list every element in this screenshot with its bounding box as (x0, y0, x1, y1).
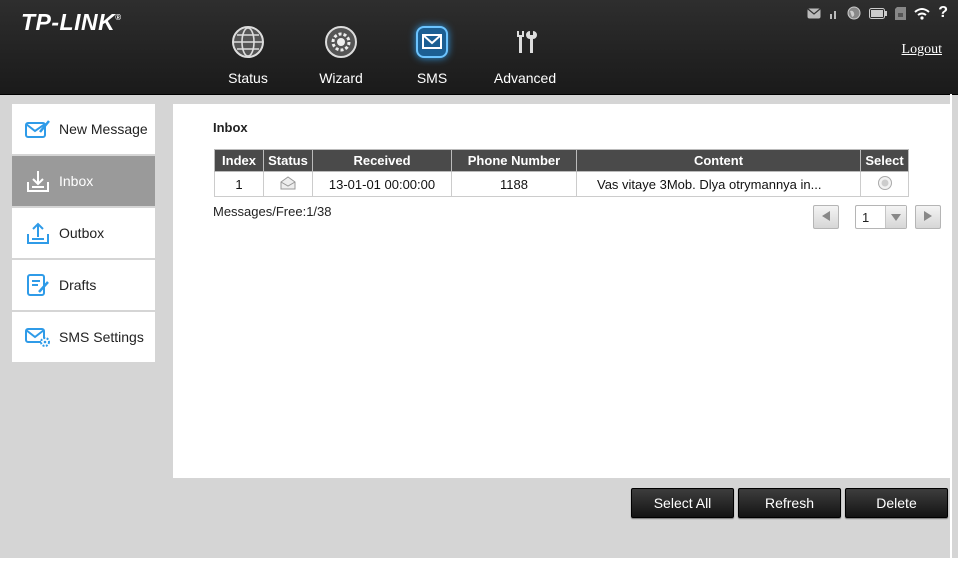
logout-link[interactable]: Logout (902, 42, 942, 58)
outbox-icon (25, 221, 51, 245)
inbox-icon (25, 169, 51, 193)
page-title: Inbox (213, 120, 248, 135)
sms-sidebar: New Message Inbox Outbox Drafts SMS Sett… (12, 104, 155, 364)
column-header-index: Index (214, 149, 264, 172)
message-icon (807, 8, 821, 19)
cell-received: 13-01-01 00:00:00 (312, 171, 452, 197)
sidebar-item-label: SMS Settings (59, 329, 144, 345)
sidebar-item-label: Outbox (59, 225, 105, 241)
next-page-button[interactable] (915, 205, 941, 229)
cell-select (860, 171, 909, 197)
column-header-select: Select (860, 149, 909, 172)
battery-icon (869, 7, 888, 19)
column-header-content: Content (576, 149, 861, 172)
drafts-icon (25, 273, 51, 297)
window-edge (950, 94, 952, 561)
sms-settings-icon (25, 325, 51, 349)
sim-card-icon (895, 6, 907, 20)
refresh-button[interactable]: Refresh (738, 488, 841, 518)
sidebar-item-drafts[interactable]: Drafts (12, 260, 155, 312)
nav-status[interactable]: Status (203, 24, 293, 86)
tp-link-logo: TP-LINK® (21, 9, 122, 35)
delete-button[interactable]: Delete (845, 488, 948, 518)
table-row[interactable]: 1 13-01-01 00:00:00 1188 Vas vitaye 3Mob… (214, 171, 909, 197)
globe-icon (230, 24, 266, 60)
status-bar: ? (807, 4, 948, 22)
tools-icon (507, 24, 543, 60)
column-header-phone-number: Phone Number (451, 149, 577, 172)
sidebar-item-label: Drafts (59, 277, 97, 293)
select-all-button[interactable]: Select All (631, 488, 734, 518)
select-radio[interactable] (877, 175, 893, 194)
sidebar-item-sms-settings[interactable]: SMS Settings (12, 312, 155, 364)
cell-content[interactable]: Vas vitaye 3Mob. Dlya otrymannya in... (576, 171, 861, 197)
new-message-icon (25, 117, 51, 141)
gear-icon (323, 24, 359, 60)
top-header: TP-LINK® Status Wizard SMS Advanced Logo… (0, 0, 958, 95)
chevron-right-icon (924, 208, 932, 226)
cell-status (263, 171, 313, 197)
cell-phone-number: 1188 (451, 171, 577, 197)
nav-sms[interactable]: SMS (387, 24, 477, 86)
help-icon: ? (938, 4, 948, 21)
inbox-panel: Inbox Index Status Received Phone Number… (173, 104, 951, 478)
page-select[interactable]: 1 (855, 205, 907, 229)
sidebar-item-label: New Message (59, 121, 148, 137)
inbox-table: Index Status Received Phone Number Conte… (214, 149, 909, 197)
sidebar-item-new-message[interactable]: New Message (12, 104, 155, 156)
chevron-down-icon (885, 206, 906, 228)
sidebar-item-label: Inbox (59, 173, 94, 189)
nav-wizard[interactable]: Wizard (296, 24, 386, 86)
wifi-icon (914, 7, 930, 20)
sidebar-item-outbox[interactable]: Outbox (12, 208, 155, 260)
messages-free-count: Messages/Free:1/38 (213, 204, 332, 219)
column-header-received: Received (312, 149, 452, 172)
globe-icon (847, 6, 861, 20)
column-header-status: Status (263, 149, 313, 172)
opened-envelope-icon (280, 175, 296, 193)
previous-page-button[interactable] (813, 205, 839, 229)
pagination: 1 (813, 205, 941, 229)
cell-index: 1 (214, 171, 264, 197)
nav-advanced[interactable]: Advanced (480, 24, 570, 86)
signal-icon (829, 8, 839, 19)
sidebar-item-inbox[interactable]: Inbox (12, 156, 155, 208)
envelope-icon (414, 24, 450, 60)
chevron-left-icon (822, 208, 830, 226)
